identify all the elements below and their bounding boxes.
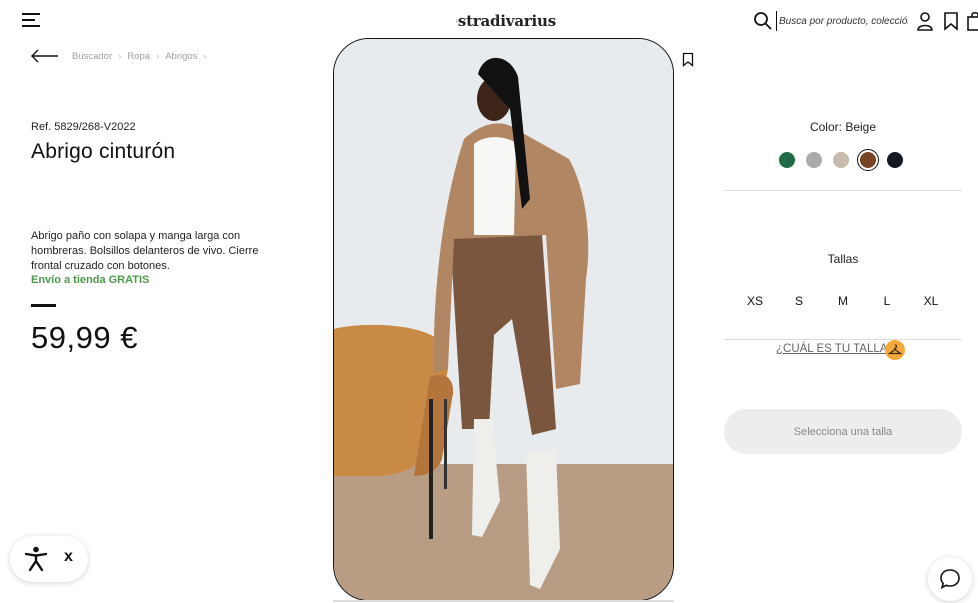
product-photo-illustration xyxy=(334,39,673,600)
search-input[interactable] xyxy=(776,11,908,31)
breadcrumb: Buscador › Ropa › Abrigos › xyxy=(72,51,209,62)
back-arrow-icon[interactable] xyxy=(30,48,60,64)
color-swatches xyxy=(779,149,903,171)
chevron-right-icon: › xyxy=(156,51,160,62)
shipping-info: Envío a tienda GRATIS xyxy=(31,274,150,286)
product-price: 59,99 € xyxy=(31,320,138,355)
site-header: stradivarius xyxy=(0,0,978,42)
user-icon[interactable] xyxy=(916,11,934,31)
close-accessibility-button[interactable]: x xyxy=(64,548,73,566)
color-swatch-green[interactable] xyxy=(779,152,795,168)
color-swatch-grey[interactable] xyxy=(806,152,822,168)
hanger-glyph-icon xyxy=(887,344,903,355)
divider xyxy=(724,190,962,191)
product-description: Abrigo paño con solapa y manga larga con… xyxy=(31,230,259,272)
chat-button[interactable] xyxy=(928,557,972,601)
price-divider xyxy=(31,304,56,307)
breadcrumb-item-abrigos[interactable]: Abrigos xyxy=(165,51,197,62)
menu-icon[interactable] xyxy=(22,12,40,28)
brand-logo[interactable]: stradivarius xyxy=(456,8,556,34)
shopping-bag-icon[interactable] xyxy=(966,11,978,31)
sizes-label: Tallas xyxy=(827,252,859,266)
accessibility-icon[interactable] xyxy=(24,546,48,572)
size-selector: XS S M L XL xyxy=(733,294,953,308)
bookmark-icon[interactable] xyxy=(682,52,694,67)
divider xyxy=(724,339,962,340)
hanger-icon[interactable] xyxy=(885,340,905,360)
product-reference: Ref. 5829/268-V2022 xyxy=(31,121,136,133)
chat-bubble-icon xyxy=(940,569,960,590)
product-image[interactable] xyxy=(333,38,674,601)
add-to-bag-button[interactable]: Selecciona una talla xyxy=(724,409,962,454)
product-title: Abrigo cinturón xyxy=(31,140,176,163)
chevron-right-icon: › xyxy=(118,51,122,62)
size-option-xs[interactable]: XS xyxy=(733,294,777,308)
chevron-right-icon: › xyxy=(203,51,207,62)
breadcrumb-item-buscador[interactable]: Buscador xyxy=(72,51,112,62)
accessibility-widget: x xyxy=(10,536,88,582)
color-swatch-beige[interactable] xyxy=(833,152,849,168)
size-option-m[interactable]: M xyxy=(821,294,865,308)
wishlist-icon[interactable] xyxy=(942,11,960,31)
logo-text: stradivarius xyxy=(457,12,556,30)
size-guide-link[interactable]: ¿CUÁL ES TU TALLA? xyxy=(776,343,894,355)
size-option-s[interactable]: S xyxy=(777,294,821,308)
size-option-xl[interactable]: XL xyxy=(909,294,953,308)
breadcrumb-item-ropa[interactable]: Ropa xyxy=(127,51,150,62)
color-label: Color: Beige xyxy=(809,120,877,134)
search-icon[interactable] xyxy=(753,11,773,31)
image-scroll-indicator xyxy=(333,600,674,602)
color-swatch-black[interactable] xyxy=(887,152,903,168)
color-swatch-brown[interactable] xyxy=(857,149,879,171)
size-option-l[interactable]: L xyxy=(865,294,909,308)
